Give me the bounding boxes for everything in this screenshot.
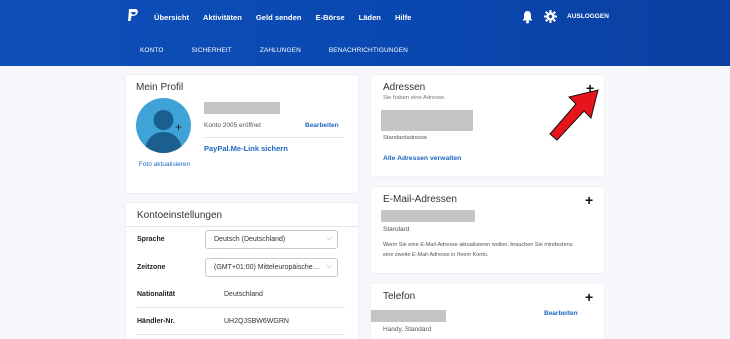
addresses-title: Adressen (383, 82, 426, 93)
profile-edit-link[interactable]: Bearbeiten (305, 122, 339, 129)
redacted-name (204, 102, 280, 114)
account-since: Konto 2005 eröffnet (204, 122, 261, 129)
settings-row-divider (137, 307, 345, 308)
nationality-label: Nationalität (137, 291, 176, 298)
tab-zahlungen[interactable]: ZAHLUNGEN (260, 47, 301, 54)
email-standard-label: Standard (383, 226, 410, 233)
settings-title: Kontoeinstellungen (137, 210, 223, 221)
merchant-id-label: Händler-Nr. (137, 318, 175, 325)
settings-divider (126, 226, 358, 227)
bell-icon[interactable] (521, 10, 534, 24)
email-title: E-Mail-Adressen (383, 194, 457, 205)
add-photo-icon[interactable]: + (175, 120, 182, 134)
main-nav: Übersicht Aktivitäten Geld senden E-Börs… (154, 13, 425, 22)
nav-geld-senden[interactable]: Geld senden (256, 13, 302, 22)
manage-addresses-link[interactable]: Alle Adressen verwalten (383, 155, 461, 162)
nav-uebersicht[interactable]: Übersicht (154, 13, 189, 22)
tab-konto[interactable]: KONTO (140, 47, 164, 54)
timezone-label: Zeitzone (137, 264, 166, 271)
add-phone-icon[interactable]: + (585, 289, 593, 305)
gear-icon[interactable] (544, 10, 557, 23)
phone-edit-link[interactable]: Bearbeiten (544, 310, 578, 317)
paypal-logo-icon[interactable] (127, 8, 139, 24)
timezone-select[interactable]: (GMT+01:00) Mitteleuropäische… ⌵ (205, 258, 338, 277)
profile-title: Mein Profil (136, 82, 184, 93)
language-label: Sprache (137, 236, 165, 243)
top-header: Übersicht Aktivitäten Geld senden E-Börs… (0, 0, 730, 66)
timezone-value: (GMT+01:00) Mitteleuropäische… (214, 264, 320, 271)
nav-laeden[interactable]: Läden (359, 13, 381, 22)
add-email-icon[interactable]: + (585, 192, 593, 208)
nav-e-boerse[interactable]: E-Börse (315, 13, 344, 22)
merchant-id-value: UH2QJSBW6WGRN (224, 318, 289, 325)
standard-address-label: Standardadresse (383, 135, 428, 141)
person-silhouette-icon (144, 110, 183, 153)
photo-update-link[interactable]: Foto aktualisieren (137, 160, 192, 169)
redacted-email (381, 210, 475, 222)
phone-type: Handy, Standard (383, 326, 432, 333)
paypal-me-link[interactable]: PayPal.Me-Link sichern (204, 144, 288, 153)
chevron-down-icon: ⌵ (326, 263, 332, 270)
tab-benachrichtigungen[interactable]: BENACHRICHTIGUNGEN (329, 47, 408, 54)
profile-divider (204, 137, 344, 138)
language-select[interactable]: Deutsch (Deutschland) ⌵ (205, 230, 338, 249)
chevron-down-icon: ⌵ (326, 235, 332, 242)
nationality-value: Deutschland (224, 291, 263, 298)
addresses-subtitle: Sie haben eine Adresse. (383, 95, 446, 101)
redacted-phone (371, 310, 446, 322)
nav-aktivitaeten[interactable]: Aktivitäten (203, 13, 242, 22)
settings-row-divider (137, 334, 345, 335)
redacted-address (381, 110, 473, 131)
logout-button[interactable]: AUSLOGGEN (567, 13, 609, 20)
language-value: Deutsch (Deutschland) (214, 236, 286, 243)
nav-hilfe[interactable]: Hilfe (395, 13, 411, 22)
red-arrow-annotation (549, 89, 599, 141)
tab-sicherheit[interactable]: SICHERHEIT (192, 47, 232, 54)
sub-nav: KONTO SICHERHEIT ZAHLUNGEN BENACHRICHTIG… (140, 47, 436, 54)
email-info-text: Wenn Sie eine E-Mail-Adresse aktualisier… (383, 242, 573, 258)
phone-title: Telefon (383, 291, 416, 302)
avatar[interactable] (136, 98, 191, 153)
